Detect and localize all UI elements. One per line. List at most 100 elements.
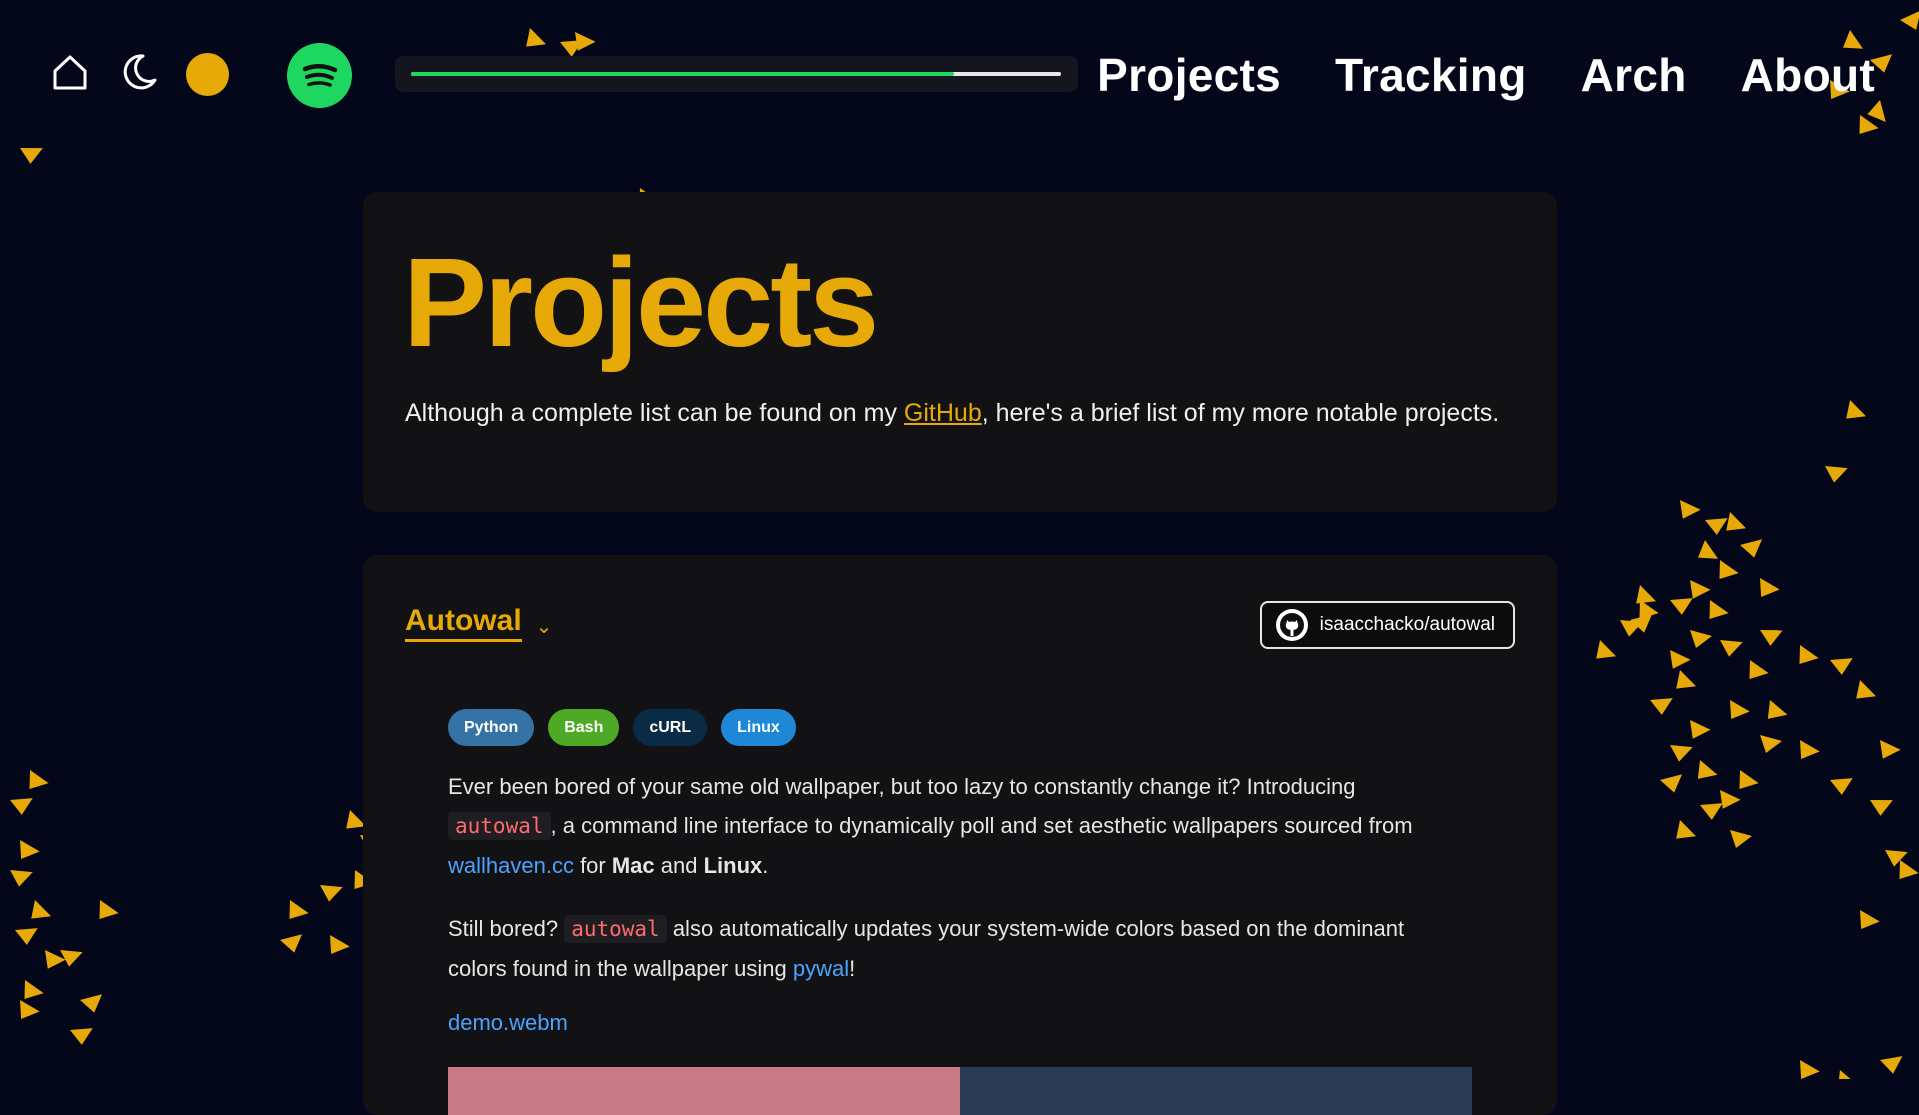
- particle: [1720, 640, 1743, 657]
- inline-code: autowal: [564, 915, 667, 943]
- particle: [1690, 720, 1711, 739]
- particle: [1837, 1070, 1858, 1079]
- github-link[interactable]: GitHub: [904, 399, 982, 427]
- particle: [10, 798, 33, 815]
- intro-text-start: Although a complete list can be found on…: [405, 399, 904, 427]
- particle: [1720, 790, 1741, 809]
- particle: [1856, 680, 1877, 699]
- tag-bash: Bash: [548, 709, 620, 746]
- particle: [1825, 466, 1848, 483]
- particle: [1800, 740, 1820, 759]
- particle: [10, 870, 33, 887]
- nav-about[interactable]: About: [1741, 48, 1875, 102]
- particle: [1698, 540, 1718, 559]
- project-title[interactable]: Autowal: [405, 603, 522, 642]
- video-frame-right: [960, 1067, 1472, 1115]
- particle: [80, 994, 103, 1013]
- particle: [1799, 645, 1819, 664]
- pywal-link[interactable]: pywal: [793, 956, 849, 981]
- particle: [1880, 1056, 1903, 1074]
- tag-curl: cURL: [633, 709, 708, 746]
- nav-tracking[interactable]: Tracking: [1335, 48, 1527, 102]
- particle: [1726, 512, 1747, 531]
- particle: [1749, 660, 1769, 679]
- particle: [1676, 670, 1697, 689]
- text: !: [849, 956, 856, 981]
- particle: [1870, 800, 1893, 816]
- particle: [1660, 774, 1683, 793]
- particle: [70, 1028, 93, 1045]
- particle: [1880, 740, 1901, 759]
- particle: [1760, 578, 1780, 597]
- particle: [1596, 640, 1617, 659]
- repo-label: isaacchacko/autowal: [1319, 614, 1495, 635]
- text: and: [654, 853, 704, 878]
- particle: [1830, 778, 1853, 795]
- particle: [1739, 770, 1759, 789]
- particle: [1719, 560, 1739, 579]
- description-paragraph-2: Still bored? autowal also automatically …: [448, 909, 1468, 988]
- particle: [1899, 860, 1919, 879]
- project-description: Ever been bored of your same old wallpap…: [448, 767, 1468, 1012]
- progress-fill: [411, 72, 954, 76]
- particle: [1697, 760, 1718, 779]
- bold-mac: Mac: [611, 853, 655, 878]
- header: Projects Tracking Arch About: [0, 0, 1919, 150]
- intro-text-end: , here's a brief list of my more notable…: [981, 399, 1500, 427]
- repo-button[interactable]: isaacchacko/autowal: [1259, 601, 1515, 649]
- particle: [330, 935, 350, 954]
- inline-code: autowal: [448, 812, 551, 840]
- progress-track[interactable]: [411, 72, 1061, 76]
- text: for: [573, 853, 612, 878]
- tag-python: Python: [448, 709, 535, 746]
- particle: [1740, 539, 1763, 558]
- tag-list: Python Bash cURL Linux: [448, 709, 796, 746]
- particle: [1760, 630, 1783, 646]
- particle: [1650, 698, 1673, 715]
- github-icon: [1275, 609, 1308, 641]
- sun-icon[interactable]: [186, 53, 229, 96]
- description-paragraph-1: Ever been bored of your same old wallpap…: [448, 767, 1468, 885]
- project-header[interactable]: Autowal ⌄: [405, 603, 552, 642]
- particle: [280, 934, 303, 953]
- chevron-down-icon[interactable]: ⌄: [536, 614, 553, 639]
- demo-video-preview[interactable]: [448, 1067, 1472, 1115]
- moon-icon[interactable]: [117, 50, 161, 94]
- main-nav: Projects Tracking Arch About: [1097, 48, 1875, 102]
- tag-linux: Linux: [721, 709, 796, 746]
- particle: [1760, 735, 1782, 753]
- particle: [1767, 700, 1788, 719]
- particle: [20, 840, 40, 859]
- particle: [1730, 830, 1752, 848]
- particle: [289, 900, 309, 919]
- spotify-player[interactable]: [395, 56, 1078, 92]
- text: Ever been bored of your same old wallpap…: [448, 774, 1356, 799]
- particle: [99, 900, 119, 919]
- spotify-icon[interactable]: [287, 43, 352, 108]
- project-card-autowal: Autowal ⌄ isaacchacko/autowal Python Bas…: [363, 555, 1557, 1115]
- particle: [1680, 500, 1701, 519]
- particle: [20, 1000, 40, 1019]
- particle: [1676, 820, 1697, 839]
- page-title: Projects: [403, 232, 879, 373]
- particle: [29, 770, 49, 789]
- nav-projects[interactable]: Projects: [1097, 48, 1281, 102]
- particle: [1846, 400, 1867, 419]
- particle: [1860, 910, 1880, 929]
- particle: [31, 900, 52, 919]
- particle: [15, 928, 38, 945]
- text: Still bored?: [448, 916, 565, 941]
- text: , a command line interface to dynamicall…: [550, 813, 1413, 838]
- particle: [1709, 600, 1729, 619]
- particle: [1730, 700, 1750, 719]
- particle: [1670, 745, 1693, 762]
- intro-card: Projects Although a complete list can be…: [363, 192, 1557, 512]
- particle: [24, 980, 44, 999]
- particle: [1690, 630, 1712, 648]
- intro-text: Although a complete list can be found on…: [405, 395, 1505, 432]
- video-frame-left: [448, 1067, 960, 1115]
- wallhaven-link[interactable]: wallhaven.cc: [448, 853, 574, 878]
- home-icon[interactable]: [48, 50, 92, 94]
- demo-video-link[interactable]: demo.webm: [448, 1010, 568, 1036]
- nav-arch[interactable]: Arch: [1581, 48, 1687, 102]
